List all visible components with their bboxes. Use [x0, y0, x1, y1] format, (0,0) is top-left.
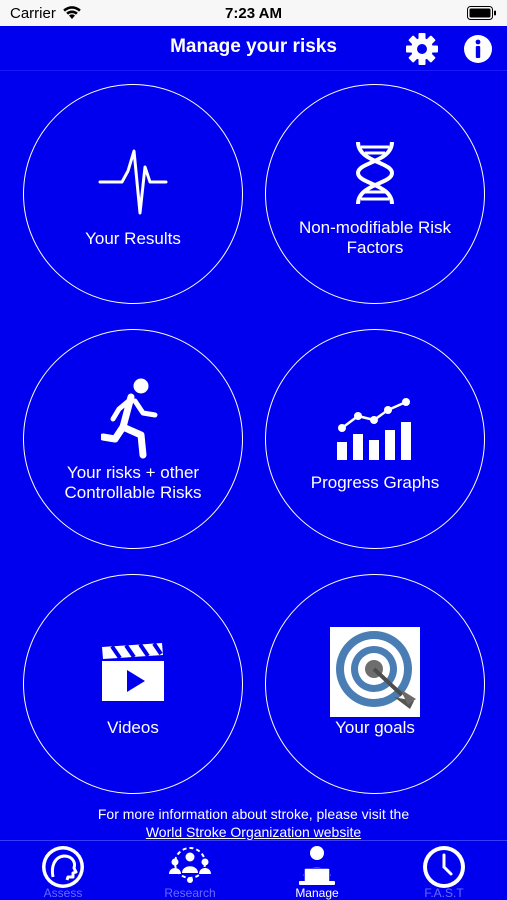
tab-assess[interactable]: Assess	[0, 841, 126, 900]
info-icon[interactable]	[460, 31, 496, 67]
controllable-risks-button[interactable]: Your risks + other Controllable Risks	[23, 329, 243, 549]
videos-button[interactable]: Videos	[23, 574, 243, 794]
person-laptop-icon	[254, 844, 380, 886]
your-goals-button[interactable]: Your goals	[265, 574, 485, 794]
battery-icon	[467, 6, 497, 24]
clock-icon	[381, 844, 507, 890]
status-time: 7:23 AM	[225, 5, 282, 22]
tab-label: F.A.S.T	[424, 886, 464, 900]
head-icon	[0, 844, 126, 890]
dna-icon	[266, 140, 484, 206]
tile-label: Progress Graphs	[310, 473, 440, 492]
footer-info: For more information about stroke, pleas…	[0, 805, 507, 841]
progress-graphs-button[interactable]: Progress Graphs	[265, 329, 485, 549]
status-bar: Carrier 7:23 AM	[0, 0, 507, 26]
tab-label: Research	[164, 886, 216, 900]
video-clapper-icon	[24, 643, 242, 701]
target-dart-icon	[266, 627, 484, 717]
tab-research[interactable]: Research	[127, 841, 253, 900]
nav-bar: Manage your risks	[0, 26, 507, 70]
footer-text: For more information about stroke, pleas…	[97, 806, 410, 822]
tab-manage[interactable]: Manage	[254, 841, 380, 900]
gear-icon[interactable]	[403, 30, 441, 68]
nav-divider	[0, 70, 507, 71]
tab-label: Manage	[295, 886, 339, 900]
tab-fast[interactable]: F.A.S.T	[381, 841, 507, 900]
non-modifiable-risk-factors-button[interactable]: Non-modifiable Risk Factors	[265, 84, 485, 304]
tile-label: Videos	[107, 718, 159, 737]
heartbeat-icon	[24, 149, 242, 215]
bar-chart-icon	[266, 398, 484, 460]
your-results-button[interactable]: Your Results	[23, 84, 243, 304]
running-person-icon	[24, 377, 242, 459]
tab-bar: Assess Research Manage F.A.S.T	[0, 840, 507, 900]
tile-label: Non-modifiable Risk Factors	[298, 218, 452, 257]
tab-label: Assess	[43, 886, 83, 900]
tile-label: Your goals	[335, 718, 415, 737]
people-icon	[127, 844, 253, 888]
tile-label: Your Results	[85, 229, 181, 248]
world-stroke-organization-link[interactable]: World Stroke Organization website	[0, 823, 507, 841]
tile-label: Your risks + other Controllable Risks	[64, 463, 202, 502]
